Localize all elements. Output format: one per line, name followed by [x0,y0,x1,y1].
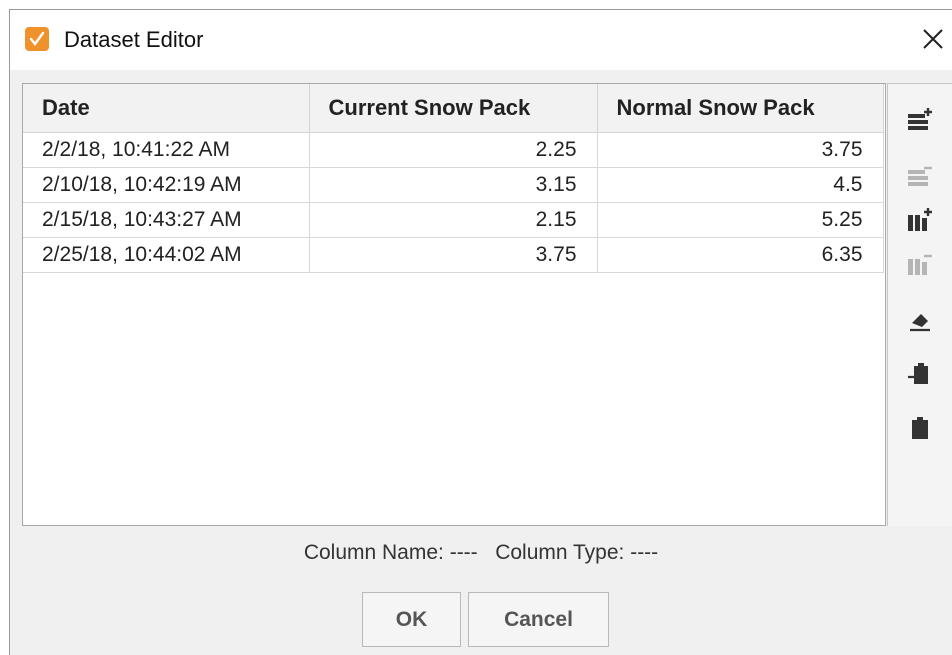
remove-column-icon[interactable] [906,250,934,278]
dataset-table[interactable]: Date Current Snow Pack Normal Snow Pack … [22,83,886,526]
column-header-date[interactable]: Date [23,84,310,133]
column-header-normal-snow-pack[interactable]: Normal Snow Pack [597,84,884,133]
current-snow-pack-cell[interactable]: 3.75 [309,237,598,273]
table-row[interactable]: 2/2/18, 10:41:22 AM 2.25 3.75 [23,132,884,168]
eraser-icon[interactable] [906,306,934,334]
app-logo-icon [25,27,49,51]
normal-snow-pack-cell[interactable]: 4.5 [597,167,884,203]
normal-snow-pack-cell[interactable]: 3.75 [597,132,884,168]
table-row[interactable]: 2/15/18, 10:43:27 AM 2.15 5.25 [23,202,884,238]
cancel-button[interactable]: Cancel [468,592,609,647]
ok-button[interactable]: OK [362,592,461,647]
title-bar: Dataset Editor [10,10,952,70]
dataset-toolbar [887,83,952,526]
add-column-icon[interactable] [906,206,934,234]
normal-snow-pack-cell[interactable]: 6.35 [597,237,884,273]
column-info: Column Name: ---- Column Type: ---- [10,541,952,565]
clipboard-icon[interactable] [906,414,934,442]
date-cell[interactable]: 2/10/18, 10:42:19 AM [23,167,310,203]
column-type-label: Column Type: ---- [495,541,659,564]
current-snow-pack-cell[interactable]: 2.25 [309,132,598,168]
date-cell[interactable]: 2/2/18, 10:41:22 AM [23,132,310,168]
current-snow-pack-cell[interactable]: 2.15 [309,202,598,238]
paste-import-icon[interactable] [906,360,934,388]
table-header-row: Date Current Snow Pack Normal Snow Pack [23,84,884,133]
close-icon[interactable] [918,24,948,54]
window-title: Dataset Editor [64,27,204,52]
date-cell[interactable]: 2/15/18, 10:43:27 AM [23,202,310,238]
column-name-label: Column Name: ---- [303,541,478,564]
add-row-icon[interactable] [906,106,934,134]
date-cell[interactable]: 2/25/18, 10:44:02 AM [23,237,310,273]
remove-row-icon[interactable] [906,162,934,190]
normal-snow-pack-cell[interactable]: 5.25 [597,202,884,238]
column-header-current-snow-pack[interactable]: Current Snow Pack [309,84,598,133]
current-snow-pack-cell[interactable]: 3.15 [309,167,598,203]
dataset-editor-dialog: Dataset Editor Date Current Snow Pack No… [9,9,952,655]
table-row[interactable]: 2/10/18, 10:42:19 AM 3.15 4.5 [23,167,884,203]
table-row[interactable]: 2/25/18, 10:44:02 AM 3.75 6.35 [23,237,884,273]
